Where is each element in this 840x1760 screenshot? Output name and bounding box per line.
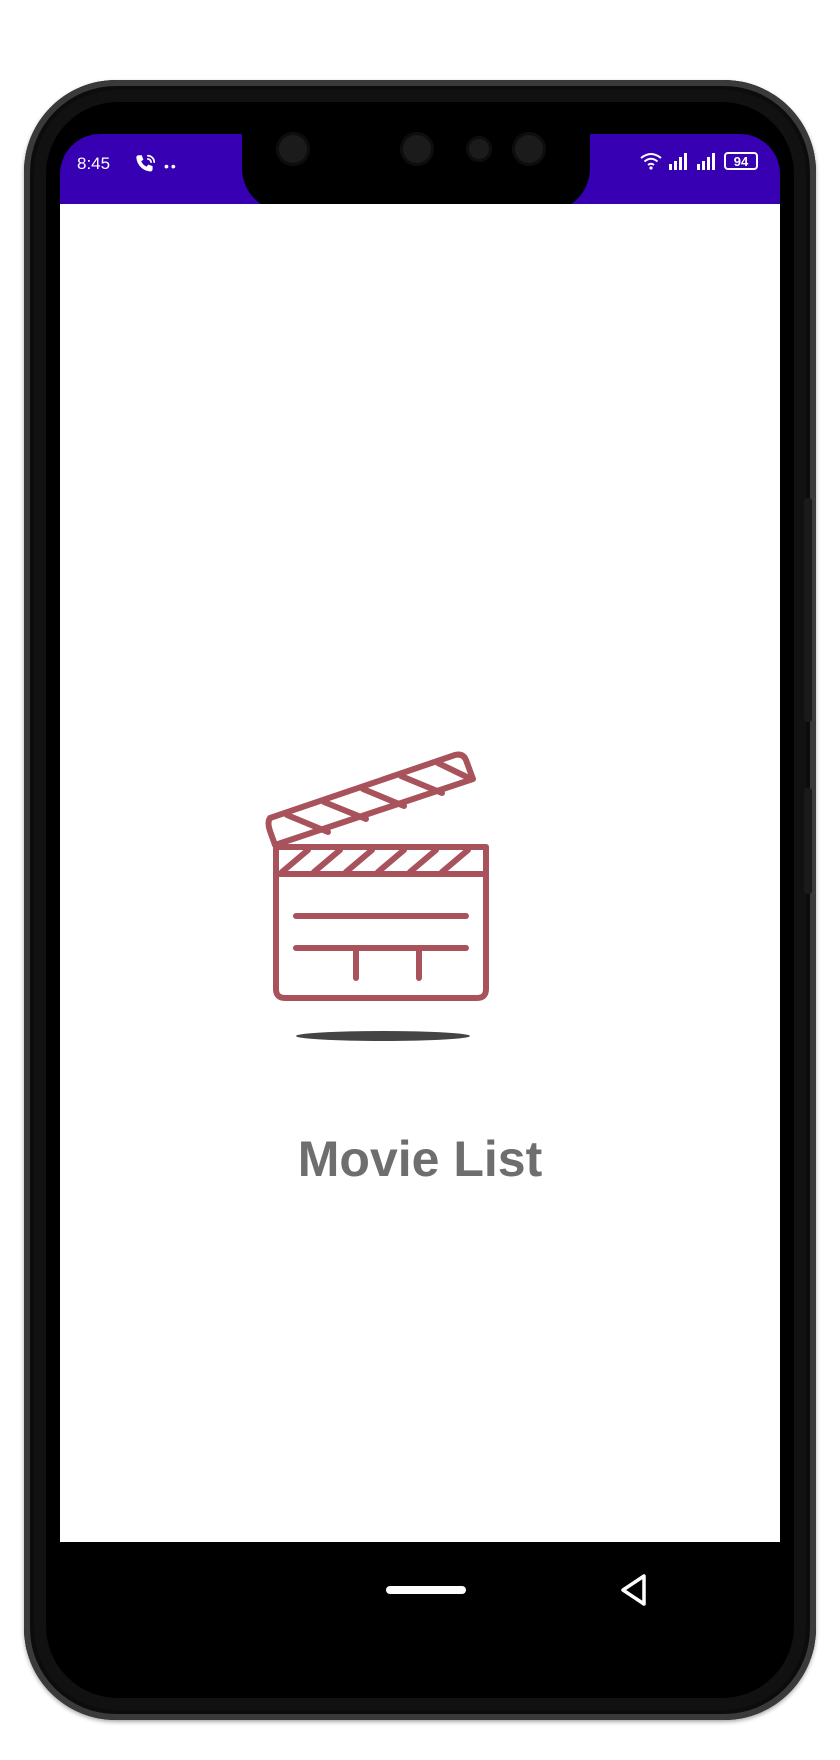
- camera-notch: [242, 102, 590, 212]
- app-screen: Movie List: [60, 204, 780, 1542]
- sensor-icon: [466, 136, 492, 162]
- signal-icon-2: [697, 153, 715, 170]
- signal-icon-1: [669, 153, 687, 170]
- back-triangle-icon[interactable]: [615, 1570, 655, 1610]
- sensor-icon: [400, 132, 434, 166]
- volume-button: [804, 498, 812, 722]
- home-pill-icon[interactable]: [386, 1586, 466, 1594]
- navigation-bar: [60, 1542, 780, 1668]
- power-button: [804, 788, 812, 894]
- phone-bezel: 8:45 •• 94 Movie List: [46, 102, 794, 1698]
- status-icons: 94: [640, 152, 758, 170]
- front-camera-icon: [276, 132, 310, 166]
- wifi-icon: [640, 153, 662, 170]
- battery-level: 94: [733, 153, 749, 169]
- notification-dots: ••: [164, 158, 178, 174]
- status-time: 8:45: [77, 154, 111, 173]
- app-title: Movie List: [297, 1131, 543, 1187]
- front-camera-icon: [512, 132, 546, 166]
- wifi-call-icon: [136, 154, 156, 172]
- battery-icon: 94: [724, 152, 758, 170]
- clapperboard-icon: [265, 751, 489, 1041]
- phone-frame: 8:45 •• 94 Movie List: [24, 80, 816, 1720]
